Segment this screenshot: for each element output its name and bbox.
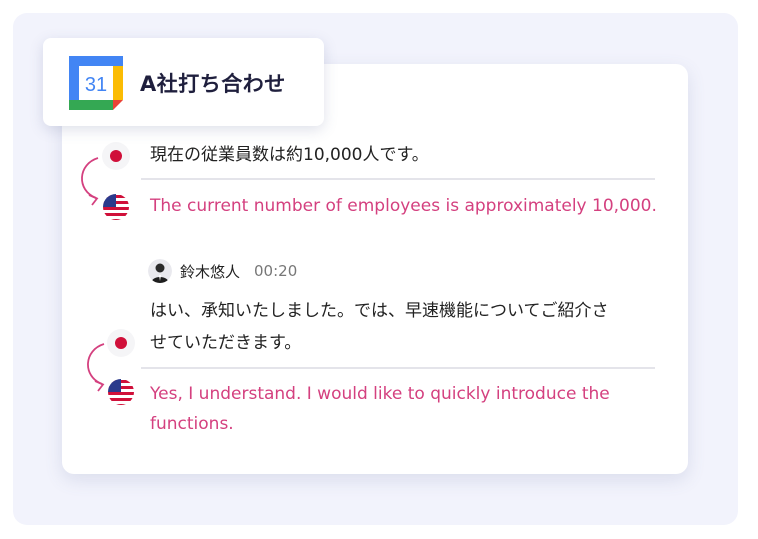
timestamp: 00:20 (254, 262, 298, 280)
japanese-text-line-1: はい、承知いたしました。では、早速機能についてご紹介さ (150, 301, 609, 321)
calendar-date: 31 (85, 74, 107, 96)
divider (141, 178, 655, 180)
avatar-icon (148, 259, 172, 283)
english-translation-line-1: Yes, I understand. I would like to quick… (150, 384, 610, 404)
meeting-header: 31 A社打ち合わせ (43, 38, 324, 126)
english-translation: The current number of employees is appro… (150, 196, 657, 216)
japan-flag-icon (107, 329, 135, 357)
english-translation-line-2: functions. (150, 414, 234, 434)
speaker-name: 鈴木悠人 (180, 262, 241, 281)
translate-arrow-icon (81, 157, 99, 206)
japan-flag-icon (102, 142, 130, 170)
us-flag-icon (108, 379, 134, 405)
google-calendar-icon: 31 (69, 56, 123, 110)
us-flag-icon (103, 194, 129, 220)
divider (141, 367, 655, 369)
meeting-title: A社打ち合わせ (140, 72, 286, 96)
japanese-text-line-2: せていただきます。 (150, 333, 302, 353)
speaker-row: 鈴木悠人 00:20 (148, 258, 297, 284)
japanese-text: 現在の従業員数は約10,000人です。 (150, 145, 429, 165)
translate-arrow-icon (87, 343, 105, 392)
